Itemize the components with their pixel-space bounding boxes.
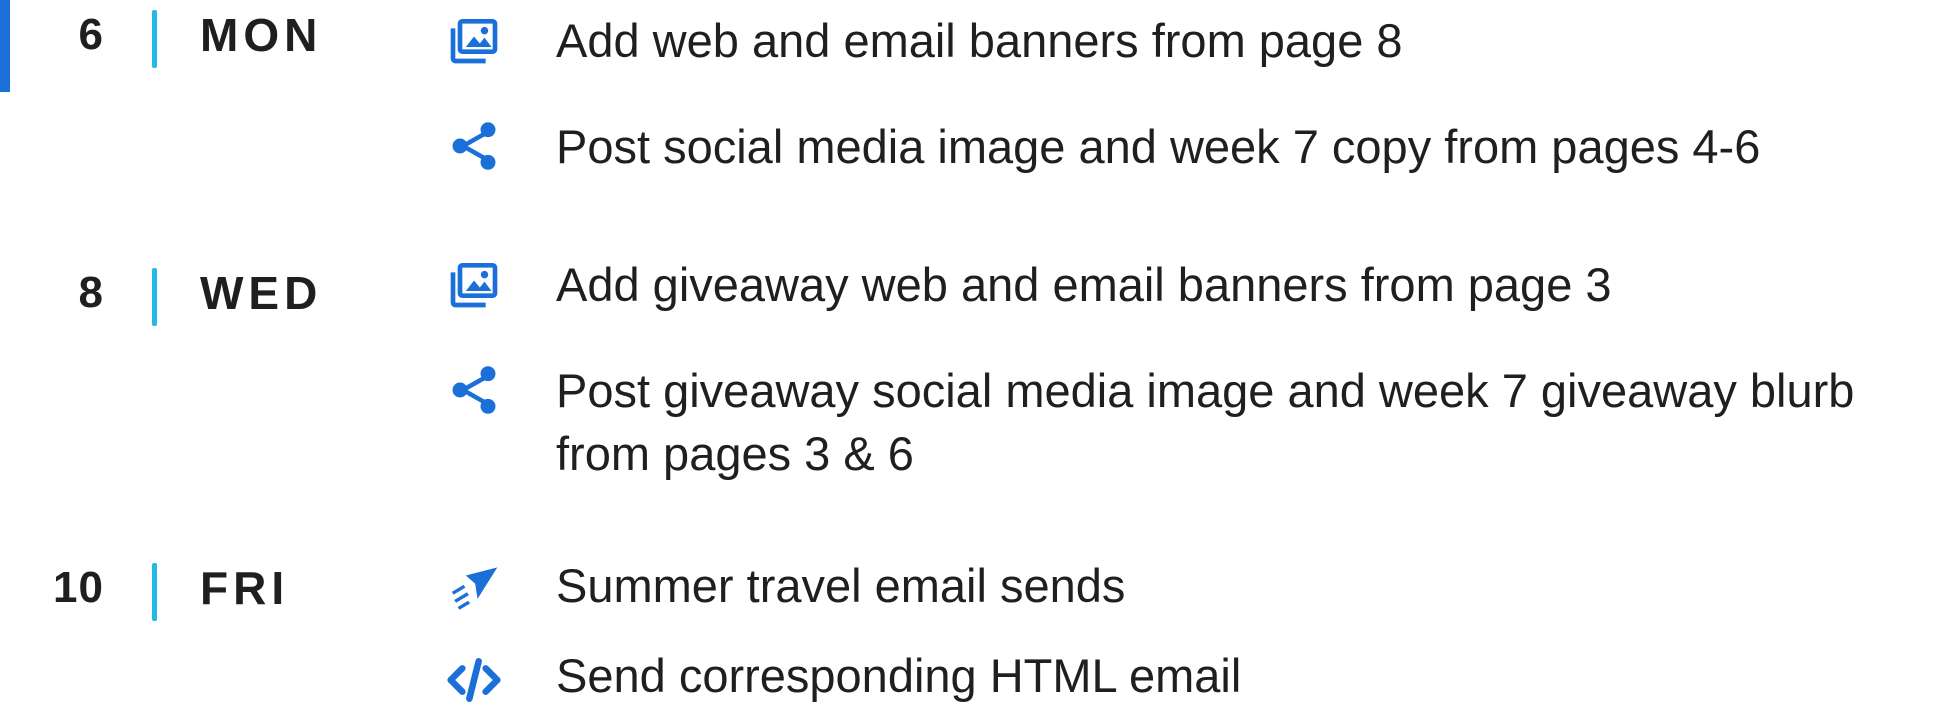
task-text: Add web and email banners from page 8	[556, 14, 1403, 67]
day-separator	[152, 563, 157, 621]
day-number: 6	[78, 10, 104, 59]
day-name: MON	[200, 9, 323, 61]
day-name: WED	[200, 267, 323, 319]
day-separator	[152, 10, 157, 68]
share-icon	[446, 362, 502, 418]
task-text: Post giveaway social media image and wee…	[556, 364, 1855, 480]
image-gallery-icon	[446, 256, 502, 312]
day-number: 10	[53, 563, 104, 612]
share-icon	[446, 118, 502, 174]
task-text: Summer travel email sends	[556, 559, 1126, 612]
code-icon	[446, 652, 502, 708]
day-number: 8	[78, 268, 104, 317]
image-gallery-icon	[446, 12, 502, 68]
day-separator	[152, 268, 157, 326]
day-name: FRI	[200, 562, 290, 614]
task-text: Post social media image and week 7 copy …	[556, 120, 1761, 173]
send-plane-icon	[446, 558, 502, 614]
task-text: Send corresponding HTML email	[556, 649, 1242, 702]
task-text: Add giveaway web and email banners from …	[556, 258, 1612, 311]
